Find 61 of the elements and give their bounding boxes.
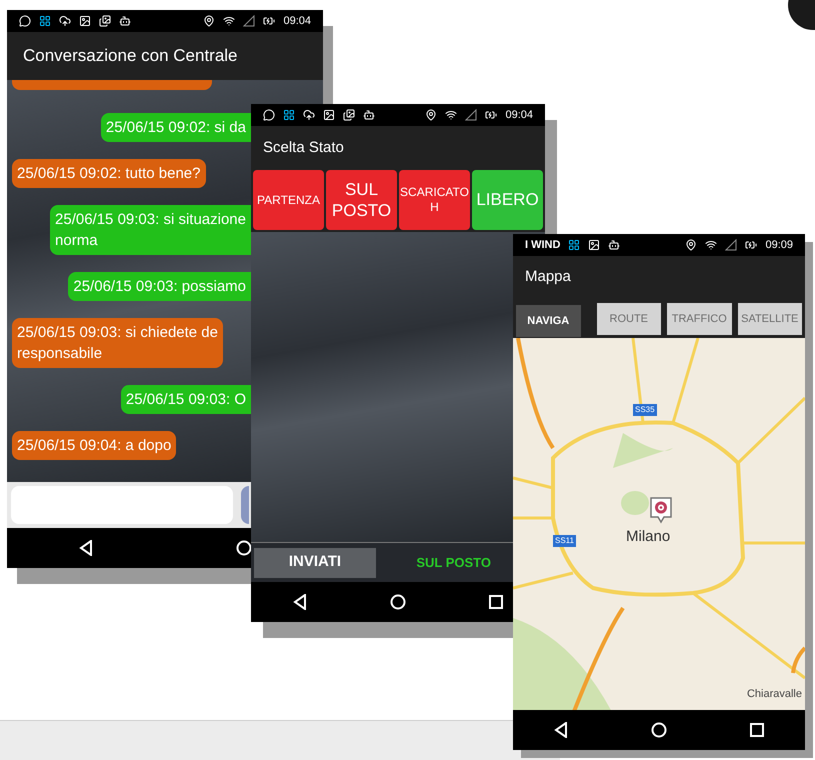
road-shield: SS35: [633, 404, 657, 416]
status-button[interactable]: PARTENZA: [253, 170, 324, 230]
location-icon: [685, 239, 698, 251]
map-tab[interactable]: TRAFFICO: [667, 303, 732, 335]
screen-title: Mappa: [525, 266, 571, 287]
robot-icon: [608, 239, 620, 251]
sent-button[interactable]: INVIATI: [254, 548, 376, 578]
signal-icon: [465, 109, 478, 121]
robot-icon: [363, 109, 375, 121]
screen-title: Scelta Stato: [263, 138, 344, 158]
location-icon: [203, 15, 216, 27]
image-icon: [323, 109, 335, 121]
back-icon[interactable]: [554, 722, 568, 738]
road-shield: SS11: [553, 535, 576, 547]
signal-icon: [243, 15, 256, 27]
home-icon[interactable]: [236, 540, 252, 556]
battery-icon: [263, 15, 276, 27]
message-text: 25/06/15 09:02: tutto bene?: [17, 164, 200, 184]
battery-icon: [745, 239, 758, 251]
signal-icon: [725, 239, 738, 251]
cloud-upload-icon: [59, 15, 71, 27]
message-text: 25/06/15 09:02: si da: [106, 118, 246, 138]
images-icon: [343, 109, 355, 121]
status-button[interactable]: LIBERO: [472, 170, 543, 230]
grid-icon: [568, 239, 580, 251]
chat-icon: [19, 15, 31, 27]
status-button[interactable]: SUL POSTO: [326, 170, 397, 230]
cloud-upload-icon: [303, 109, 315, 121]
message-text: 25/06/15 09:04: a dopo: [17, 436, 172, 456]
map-tab[interactable]: SATELLITE: [738, 303, 802, 335]
screen-title: Conversazione con Centrale: [23, 45, 238, 68]
message-text: 25/06/15 09:03: si chiedete de: [17, 323, 218, 343]
clock: 09:04: [505, 108, 533, 123]
clock: 09:04: [283, 14, 311, 29]
status-button[interactable]: SCARICATO H: [399, 170, 470, 230]
image-icon: [79, 15, 91, 27]
carrier-label: I WIND: [525, 238, 560, 253]
image-icon: [588, 239, 600, 251]
message-text: 25/06/15 09:03: possiamo: [73, 277, 246, 297]
message-text: 25/06/15 09:03: si situazione: [55, 210, 246, 230]
map-tab[interactable]: ROUTE: [596, 303, 661, 335]
message-text: responsabile: [17, 344, 104, 364]
clock: 09:09: [765, 238, 793, 253]
images-icon: [99, 15, 111, 27]
home-icon[interactable]: [390, 594, 406, 610]
battery-icon: [485, 109, 498, 121]
city-label: Milano: [626, 527, 670, 547]
message-text: 25/06/15 09:03: O: [126, 390, 246, 410]
message-text: norma: [55, 231, 99, 251]
recents-icon[interactable]: [750, 723, 764, 737]
grid-icon: [283, 109, 295, 121]
robot-icon: [119, 15, 131, 27]
grid-icon: [39, 15, 51, 27]
back-icon[interactable]: [292, 594, 307, 610]
back-icon[interactable]: [78, 540, 92, 556]
map-tab[interactable]: NAVIGA: [516, 305, 580, 337]
home-icon[interactable]: [650, 722, 667, 738]
current-status: SUL POSTO: [416, 554, 492, 572]
chat-icon: [263, 109, 275, 121]
recents-icon[interactable]: [489, 595, 504, 609]
location-icon: [425, 109, 438, 121]
